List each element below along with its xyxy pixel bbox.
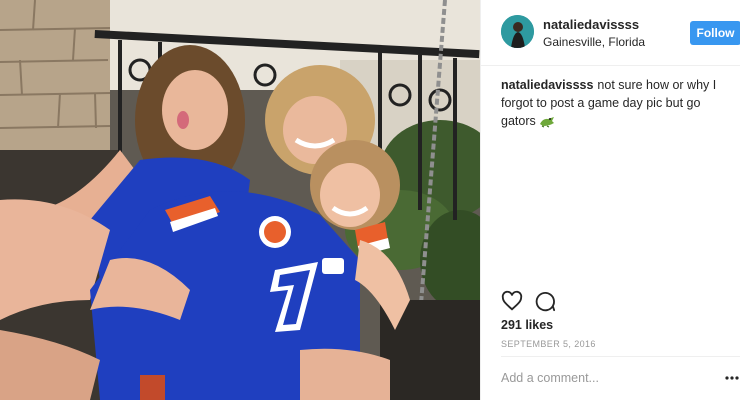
profile-avatar[interactable] (501, 15, 534, 48)
post-image (0, 0, 480, 400)
post-location[interactable]: Gainesville, Florida (543, 35, 645, 49)
post-author-username[interactable]: nataliedavissss (543, 17, 639, 32)
post-photo[interactable] (0, 0, 480, 400)
more-options-icon[interactable] (724, 372, 740, 384)
crocodile-emoji-icon (539, 114, 555, 133)
post-side-panel: nataliedavissss Gainesville, Florida Fol… (480, 0, 740, 400)
caption-username[interactable]: nataliedavissss (501, 78, 593, 92)
post-actions (501, 290, 571, 312)
likes-count[interactable]: 291 likes (501, 318, 553, 332)
heart-icon[interactable] (501, 290, 523, 312)
follow-button[interactable]: Follow (690, 21, 740, 45)
post-header: nataliedavissss Gainesville, Florida Fol… (481, 0, 740, 66)
comment-input[interactable] (501, 367, 701, 389)
avatar-image (501, 15, 534, 48)
comment-icon[interactable] (534, 290, 556, 312)
post-date[interactable]: SEPTEMBER 5, 2016 (501, 339, 596, 349)
divider (501, 356, 740, 357)
post-caption: nataliedavissss not sure how or why I for… (501, 76, 733, 133)
